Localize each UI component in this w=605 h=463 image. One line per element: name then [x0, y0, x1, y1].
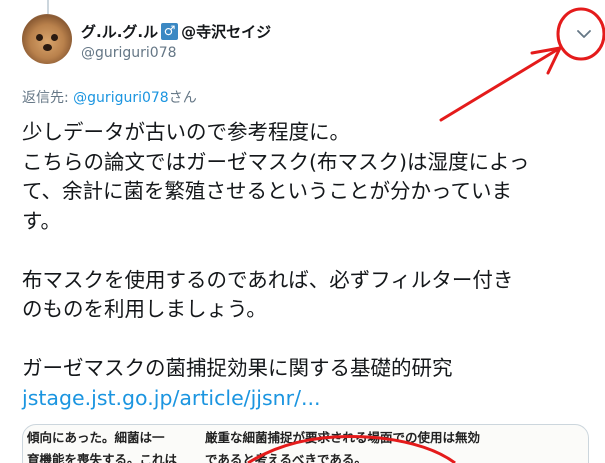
- annotation-curve: [247, 434, 456, 463]
- highlight-circle: [556, 7, 605, 61]
- annotation-arrow-shaft: [439, 46, 562, 122]
- annotation-overlay: [247, 7, 605, 463]
